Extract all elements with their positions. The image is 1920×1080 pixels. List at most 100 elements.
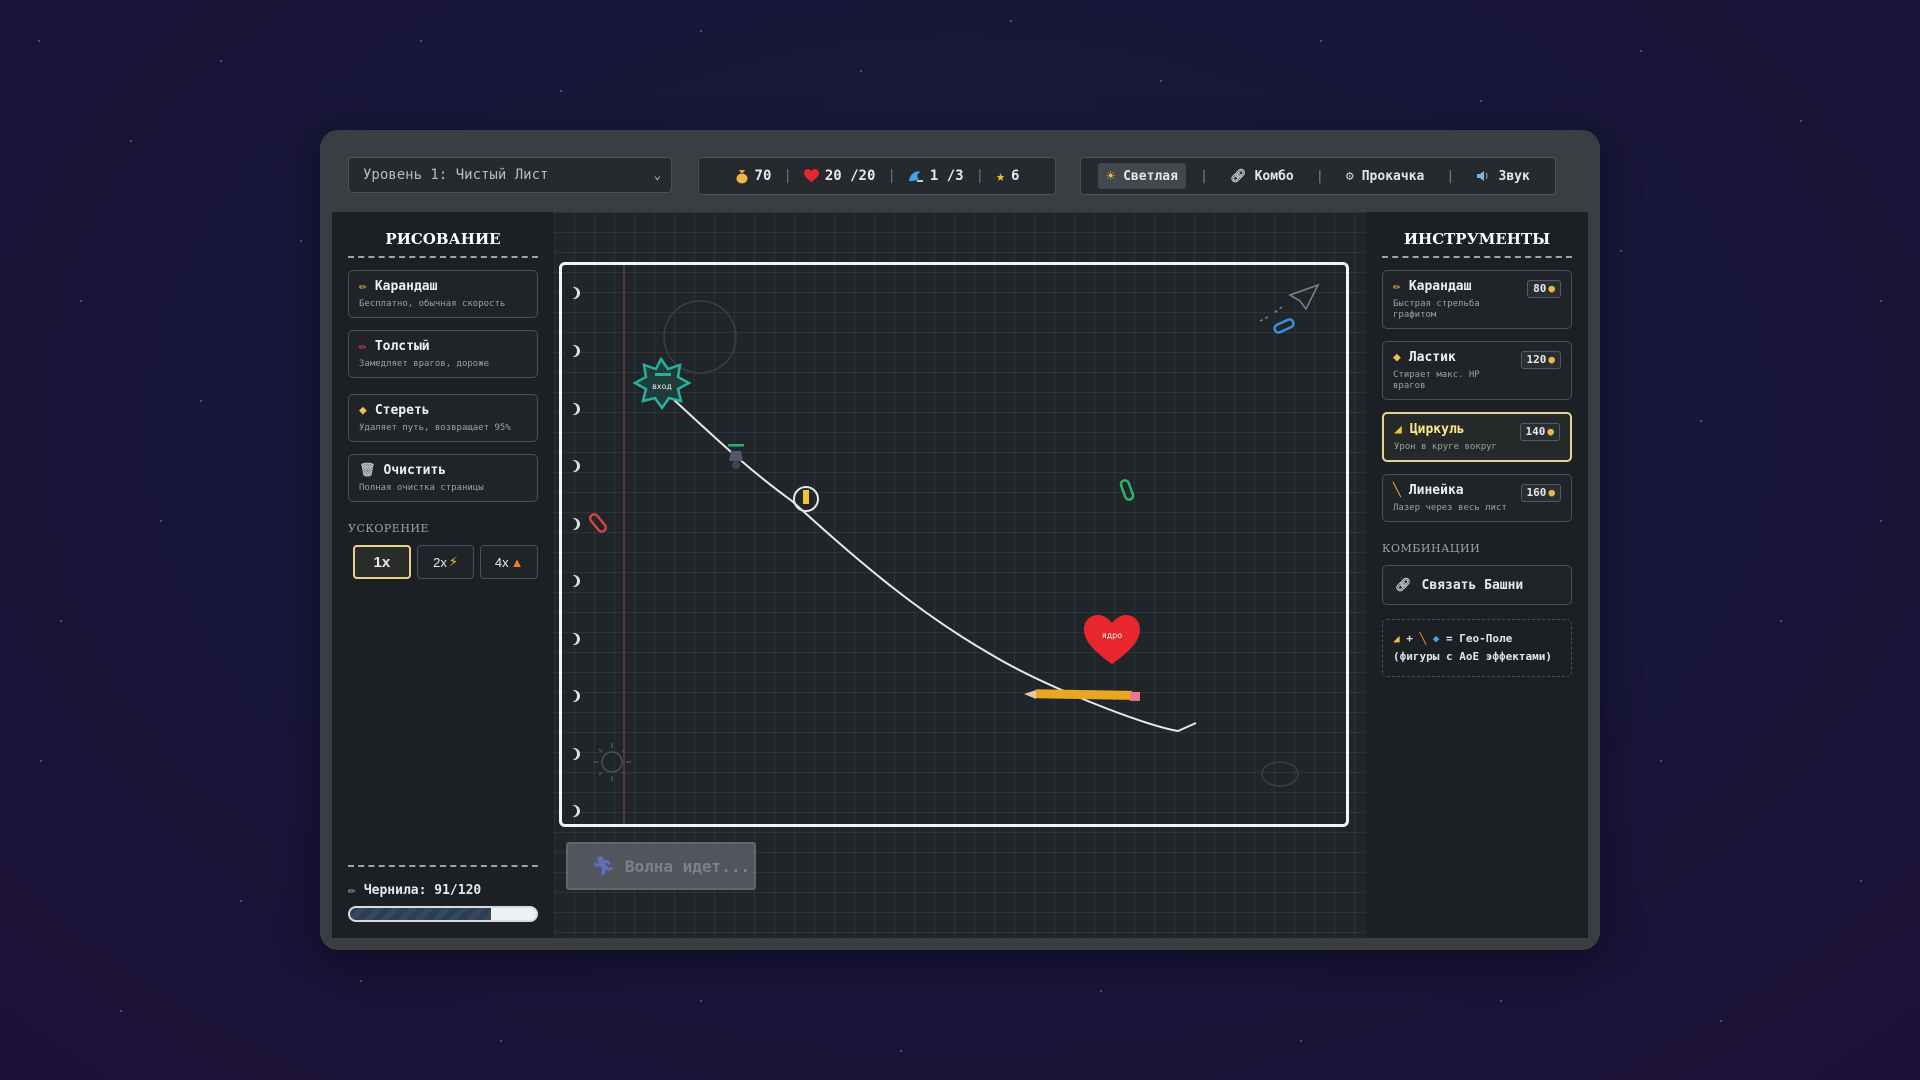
tower-pencil-button[interactable]: ✏︎ Карандаш Быстрая стрельба графитом 80… (1382, 270, 1572, 329)
plus-icon: + (1406, 632, 1413, 645)
combos-section-label: КОМБИНАЦИИ (1382, 542, 1481, 555)
draw-pencil-desc: Бесплатно, обычная скорость (359, 299, 506, 309)
speed-4x-label: 4x (494, 554, 509, 570)
speed-1x-button[interactable]: 1x (353, 545, 411, 579)
thick-pencil-icon: ✏︎ (359, 339, 367, 354)
paper-sheet[interactable]: вход ядро (559, 262, 1349, 827)
gear-icon: ⚙ (1345, 168, 1354, 184)
sound-label: Звук (1498, 168, 1530, 184)
game-window: Уровень 1: Чистый Лист ⌄ 70 | 20 /20 | 1… (320, 130, 1600, 950)
start-portal: вход (632, 356, 692, 411)
money-bag-icon (736, 170, 748, 184)
ink-progress-bar (348, 906, 538, 922)
tower-compass-desc: Урон в круге вокруг (1394, 442, 1497, 452)
draw-pencil-button[interactable]: ✏︎ Карандаш Бесплатно, обычная скорость (348, 270, 538, 318)
clear-page-title: Очистить (383, 463, 447, 478)
tower-pencil-cost: 80 ● (1527, 280, 1561, 298)
speed-1x-label: 1x (373, 553, 391, 571)
draw-thick-desc: Замедляет врагов, дороже (359, 359, 490, 369)
speed-2x-button[interactable]: 2x ⚡︎ (416, 545, 475, 579)
tower-eraser-cost-value: 120 (1526, 353, 1547, 366)
speed-selector: 1x 2x ⚡︎ 4x ▲ (353, 545, 538, 579)
ink-progress-fill (350, 908, 492, 920)
tower-eraser-button[interactable]: ◆ Ластик Стирает макс. HP врагов 120 ● (1382, 341, 1572, 400)
core-label: ядро (1102, 631, 1122, 640)
link-icon: 🔗︎ (1230, 168, 1247, 184)
tower-pencil-title: Карандаш (1408, 279, 1472, 294)
coins-stat: 70 (735, 168, 772, 184)
drawing-panel-title: РИСОВАНИЕ (348, 230, 538, 258)
divider: | (887, 168, 896, 184)
clear-page-button[interactable]: 🗑︎ Очистить Полная очистка страницы (348, 454, 538, 502)
money-bag-icon: ● (1548, 353, 1555, 366)
tower-compass-cost-value: 140 (1525, 425, 1546, 438)
tower-compass-cost: 140 ● (1519, 423, 1560, 441)
draw-thick-button[interactable]: ✏︎ Толстый Замедляет врагов, дороже (348, 330, 538, 378)
coins-value: 70 (754, 168, 772, 184)
divider: | (1200, 168, 1208, 184)
green-paperclip-icon (1119, 479, 1135, 501)
tools-panel-title: ИНСТРУМЕНТЫ (1382, 230, 1572, 258)
ink-meter: ✏︎ Чернила: 91/120 (348, 865, 538, 922)
combo-info-box: ◢ + ╲ ◆ = Гео-Поле (фигуры с AoE эффекта… (1382, 619, 1572, 677)
speed-4x-button[interactable]: 4x ▲ (480, 545, 538, 579)
level-select-value: Уровень 1: Чистый Лист (363, 167, 549, 183)
trash-icon: 🗑︎ (359, 463, 376, 478)
chevron-down-icon: ⌄ (653, 168, 661, 182)
tower-eraser-title: Ластик (1408, 350, 1456, 365)
draw-thick-title: Толстый (374, 339, 430, 354)
drawing-panel: РИСОВАНИЕ ✏︎ Карандаш Бесплатно, обычная… (332, 212, 554, 938)
triangle-ruler-icon: ◢ (1394, 422, 1402, 437)
placed-tower[interactable] (793, 486, 819, 512)
red-paperclip-icon (588, 513, 608, 533)
tower-compass-title: Циркуль (1409, 422, 1465, 437)
money-bag-icon: ● (1548, 486, 1555, 499)
divider: | (1446, 168, 1455, 184)
heart-icon (803, 169, 819, 182)
tools-panel: ИНСТРУМЕНТЫ ✏︎ Карандаш Быстрая стрельба… (1366, 212, 1588, 938)
link-towers-button[interactable]: 🔗︎ Связать Башни (1382, 565, 1572, 605)
speed-section-label: УСКОРЕНИЕ (348, 522, 430, 535)
top-bar: Уровень 1: Чистый Лист ⌄ 70 | 20 /20 | 1… (348, 157, 1572, 195)
doodle-circle-icon (663, 300, 737, 374)
divider (348, 865, 538, 867)
speed-2x-label: 2x (433, 554, 447, 570)
combo-button[interactable]: 🔗︎ Комбо (1222, 165, 1302, 188)
start-wave-button[interactable]: 🏃︎ Волна идет... (566, 842, 756, 890)
diamond-icon: ◆ (1432, 632, 1440, 645)
money-bag-icon: ● (1547, 425, 1554, 438)
lives-stat: 20 /20 (803, 168, 876, 184)
combo-label: Комбо (1254, 168, 1294, 184)
sound-button[interactable]: Звук (1469, 165, 1538, 188)
core-heart: ядро (1084, 615, 1140, 664)
fire-icon: ▲ (510, 554, 524, 570)
erase-path-title: Стереть (374, 403, 430, 418)
ruler-icon: ╲ (1393, 483, 1401, 498)
pen-icon: ✏︎ (348, 883, 356, 898)
tower-ruler-desc: Лазер через весь лист (1393, 503, 1507, 513)
level-select[interactable]: Уровень 1: Чистый Лист ⌄ (348, 157, 672, 193)
upgrade-button[interactable]: ⚙ Прокачка (1338, 165, 1432, 188)
game-canvas[interactable]: вход ядро 🏃︎ Волна идет... (554, 212, 1366, 938)
playfield[interactable]: вход ядро (562, 265, 1346, 824)
erase-path-button[interactable]: ◆ Стереть Удаляет путь, возвращает 95% (348, 394, 538, 442)
options-toolbar: ☀ Светлая | 🔗︎ Комбо | ⚙ Прокачка | Звук (1080, 157, 1556, 195)
tower-compass-button[interactable]: ◢ Циркуль Урон в круге вокруг 140 ● (1382, 412, 1572, 462)
speaker-icon (1476, 171, 1488, 181)
running-person-icon: 🏃︎ (592, 855, 615, 877)
tower-pencil-cost-value: 80 (1533, 282, 1547, 295)
binder-hole-shadows (565, 287, 577, 817)
theme-toggle-button[interactable]: ☀ Светлая (1098, 163, 1186, 189)
tower-ruler-cost: 160 ● (1520, 484, 1561, 502)
binder-holes (568, 287, 580, 817)
paper-plane-icon (1259, 283, 1320, 322)
tower-eraser-desc: Стирает макс. HP врагов (1393, 370, 1480, 391)
enemy-path (661, 388, 1197, 733)
eraser-icon: ◆ (1393, 350, 1401, 365)
erase-path-desc: Удаляет путь, возвращает 95% (359, 423, 511, 433)
lives-value: 20 /20 (824, 168, 876, 184)
tower-ruler-title: Линейка (1408, 483, 1464, 498)
tower-ruler-button[interactable]: ╲ Линейка Лазер через весь лист 160 ● (1382, 474, 1572, 522)
tower-eraser-cost: 120 ● (1520, 351, 1561, 369)
combo-info-text: = Гео-Поле (фигуры с AoE эффектами) (1393, 632, 1552, 663)
